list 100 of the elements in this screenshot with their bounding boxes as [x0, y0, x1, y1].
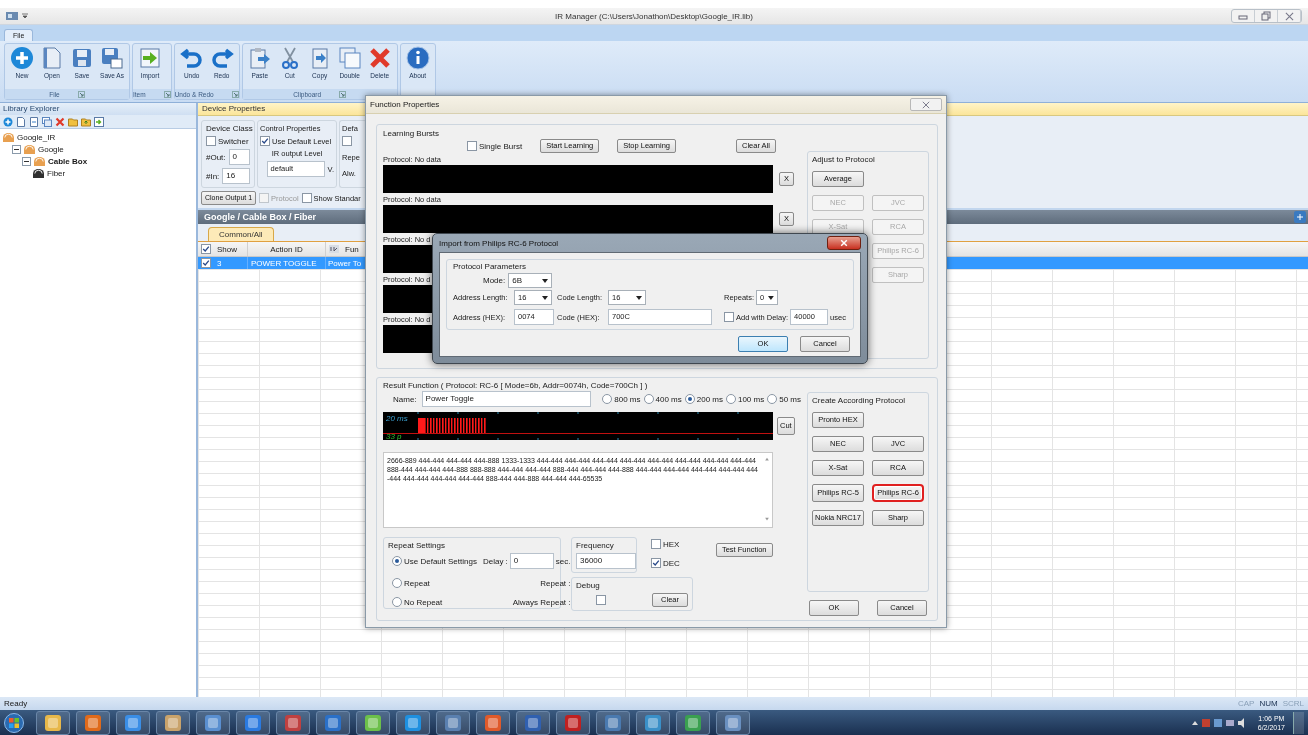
radio-button[interactable]: [725, 394, 736, 404]
table-cell: POWER TOGGLE: [251, 258, 317, 268]
taskbar-button[interactable]: [36, 710, 70, 735]
radio-button[interactable]: [392, 556, 402, 566]
status-indicator: CAP: [1238, 699, 1255, 708]
taskbar-button[interactable]: [396, 710, 430, 735]
start-orb-icon[interactable]: [4, 712, 24, 733]
close-icon: [922, 100, 930, 109]
folder-arrow-icon[interactable]: [81, 116, 91, 127]
radio-button[interactable]: [602, 394, 613, 404]
app-icon: [324, 713, 342, 732]
close-icon: [840, 239, 848, 247]
group-label: Result Function ( Protocol: RC-6 [ Mode=6b, Addr=0074h, Code=700Ch ] ): [383, 381, 649, 390]
radio-button[interactable]: [767, 394, 778, 404]
close-button[interactable]: [827, 236, 861, 250]
radio-label: 800 ms: [614, 394, 641, 404]
collapse-icon[interactable]: [12, 144, 21, 154]
tab[interactable]: Common/All: [208, 227, 274, 241]
tree-item[interactable]: Cable Box: [48, 156, 88, 166]
column-header[interactable]: Show: [217, 244, 237, 254]
field-label: #In:: [206, 171, 220, 181]
delay-field[interactable]: 0: [509, 553, 554, 569]
checkbox[interactable]: [651, 539, 661, 549]
app-icon: [6, 11, 18, 21]
taskbar-button[interactable]: [676, 710, 710, 735]
unit-label: sec.: [555, 556, 571, 566]
dropdown-arrow-icon: [542, 295, 548, 300]
taskbar-button[interactable]: [636, 710, 670, 735]
dialog-launcher-icon[interactable]: [231, 90, 239, 98]
pin-icon[interactable]: [1294, 211, 1306, 223]
column-header[interactable]: Fun: [345, 244, 359, 254]
mode-dropdown[interactable]: 6B: [508, 273, 553, 288]
taskbar-button[interactable]: [116, 710, 150, 735]
radio-button[interactable]: [392, 578, 402, 588]
taskbar-button[interactable]: [276, 710, 310, 735]
taskbar-button[interactable]: [156, 710, 190, 735]
stacked-windows-icon: [337, 46, 362, 70]
dialog-launcher-icon[interactable]: [77, 90, 85, 98]
checkbox[interactable]: [724, 312, 734, 322]
checkbox[interactable]: [596, 595, 606, 605]
close-icon: [1284, 11, 1294, 21]
taskbar-button[interactable]: [596, 710, 630, 735]
checkbox[interactable]: [206, 136, 216, 146]
checkbox[interactable]: [201, 258, 211, 268]
taskbar-button[interactable]: [236, 710, 270, 735]
checkbox[interactable]: [201, 244, 211, 254]
delete-icon[interactable]: [55, 116, 65, 127]
dialog-launcher-icon[interactable]: [339, 90, 347, 98]
taskbar-button[interactable]: [476, 710, 510, 735]
group-label: Protocol Parameters: [453, 262, 527, 271]
sort-icon[interactable]: [329, 245, 339, 253]
input-field[interactable]: 16: [222, 168, 250, 184]
checkbox-label: Switcher: [218, 136, 249, 146]
tree-item[interactable]: Google_IR: [17, 132, 56, 142]
collapse-icon[interactable]: [22, 156, 31, 166]
app-icon: [524, 713, 542, 732]
taskbar-button[interactable]: [556, 710, 590, 735]
radio-label: Use Default Settings: [404, 556, 477, 566]
dialog-launcher-icon[interactable]: [163, 90, 171, 98]
checkbox[interactable]: [260, 136, 270, 146]
radio-button[interactable]: [684, 394, 695, 404]
dialog-title: Function Properties: [370, 100, 440, 109]
status-text: Ready: [4, 699, 28, 708]
folder-icon[interactable]: [68, 116, 78, 127]
app-icon: [84, 713, 102, 732]
checkbox[interactable]: [467, 141, 477, 151]
checkbox[interactable]: [342, 136, 352, 146]
input-field[interactable]: 0: [228, 149, 250, 165]
table-cell: Power To: [328, 258, 362, 268]
taskbar-button[interactable]: [516, 710, 550, 735]
group-label: Learning Bursts: [383, 129, 441, 138]
field-label: Mode:: [483, 276, 506, 285]
tree-item[interactable]: Google: [38, 144, 64, 154]
column-header[interactable]: Action ID: [270, 244, 303, 254]
checkbox[interactable]: [651, 558, 661, 568]
import-arrow-icon[interactable]: [94, 116, 104, 127]
radio-button[interactable]: [643, 394, 654, 404]
stacked-windows-icon[interactable]: [42, 116, 52, 127]
taskbar-button[interactable]: [196, 710, 230, 735]
show-desktop-button[interactable]: [1293, 711, 1304, 734]
tree-item[interactable]: Fiber: [47, 168, 66, 178]
plus-circle-icon[interactable]: [3, 116, 13, 127]
field-label: Repeat :: [540, 578, 571, 588]
dropdown-arrow-icon[interactable]: [22, 13, 28, 19]
undo-icon: [179, 46, 204, 70]
app-icon: [284, 713, 302, 732]
frequency-field[interactable]: 36000: [576, 553, 636, 569]
taskbar-button[interactable]: [436, 710, 470, 735]
taskbar-button[interactable]: [76, 710, 110, 735]
taskbar-button[interactable]: [716, 710, 750, 735]
checkbox[interactable]: [301, 193, 312, 203]
window-title: IR Manager (C:\Users\Jonathon\Desktop\Google_IR.lib): [555, 11, 753, 21]
dropdown-arrow-icon: [768, 295, 775, 300]
taskbar-button[interactable]: [316, 710, 350, 735]
document-icon[interactable]: [16, 116, 26, 127]
taskbar-button[interactable]: [356, 710, 390, 735]
app-icon: [404, 713, 422, 732]
name-field[interactable]: Power Toggle: [421, 391, 592, 407]
app-icon: [364, 713, 382, 732]
radio-button[interactable]: [392, 597, 402, 607]
